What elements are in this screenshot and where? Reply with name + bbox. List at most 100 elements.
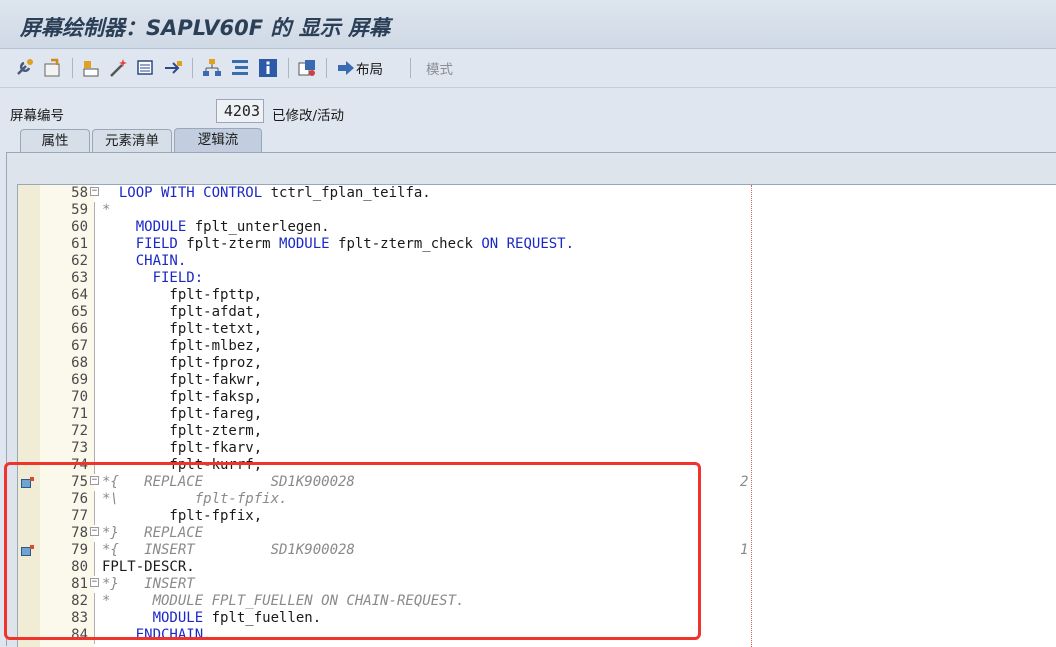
line-number: 59 xyxy=(71,202,88,218)
code-line[interactable]: 83 MODULE fplt_fuellen. xyxy=(18,610,1056,627)
code-text: fplt-kurrf, xyxy=(102,457,262,474)
code-text: fplt-fpttp, xyxy=(102,287,262,304)
code-text: fplt-faksp, xyxy=(102,389,262,406)
change-marker: 1 xyxy=(740,542,749,558)
toolbar-separator xyxy=(410,58,411,78)
keyword-token: MODULE xyxy=(102,219,187,235)
code-line[interactable]: 63 FIELD: xyxy=(18,270,1056,287)
code-token: fplt_fuellen. xyxy=(203,610,322,626)
code-line[interactable]: 61 FIELD fplt-zterm MODULE fplt-zterm_ch… xyxy=(18,236,1056,253)
code-line[interactable]: 81− *} INSERT xyxy=(18,576,1056,593)
toolbar: 布局 模式 xyxy=(0,49,1056,88)
code-text: fplt-fproz, xyxy=(102,355,262,372)
code-line[interactable]: 71 fplt-fareg, xyxy=(18,406,1056,423)
code-text: fplt-afdat, xyxy=(102,304,262,321)
code-line[interactable]: 76 *\ fplt-fpfix. xyxy=(18,491,1056,508)
screen-number-field[interactable]: 4203 xyxy=(216,99,264,123)
line-number: 63 xyxy=(71,270,88,286)
code-text: LOOP WITH CONTROL tctrl_fplan_teilfa. xyxy=(102,185,431,202)
toolbar-separator xyxy=(326,58,327,78)
display-object-icon[interactable] xyxy=(135,57,157,79)
line-number: 82 xyxy=(71,593,88,609)
collapse-icon[interactable]: − xyxy=(90,527,99,536)
collapse-icon[interactable]: − xyxy=(90,187,99,196)
code-line[interactable]: 82 * MODULE FPLT_FUELLEN ON CHAIN-REQUEST… xyxy=(18,593,1056,610)
code-text: CHAIN. xyxy=(102,253,187,270)
fold-guide xyxy=(94,559,95,576)
arrow-right-icon xyxy=(338,61,354,75)
code-line[interactable]: 72 fplt-zterm, xyxy=(18,423,1056,440)
code-line[interactable]: 59 * xyxy=(18,202,1056,219)
code-token: fplt-fpfix, xyxy=(102,508,263,524)
code-line[interactable]: 67 fplt-mlbez, xyxy=(18,338,1056,355)
other-object-icon[interactable] xyxy=(296,57,318,79)
comment-token: * xyxy=(102,202,111,218)
code-line[interactable]: 58− LOOP WITH CONTROL tctrl_fplan_teilfa… xyxy=(18,185,1056,202)
tab-strip: 属性 元素清单 逻辑流 xyxy=(0,128,1056,152)
code-text: *} REPLACE xyxy=(102,525,203,542)
hierarchy-icon[interactable] xyxy=(201,57,223,79)
comment-token: * MODULE FPLT_FUELLEN ON CHAIN-REQUEST. xyxy=(102,593,465,609)
code-line[interactable]: 84 ENDCHAIN. xyxy=(18,627,1056,644)
wrench-icon[interactable] xyxy=(14,57,36,79)
layout-button[interactable]: 布局 xyxy=(336,57,383,79)
line-number: 65 xyxy=(71,304,88,320)
fold-guide xyxy=(94,304,95,321)
tab-attributes[interactable]: 属性 xyxy=(20,129,90,152)
code-text: fplt-mlbez, xyxy=(102,338,262,355)
line-number: 72 xyxy=(71,423,88,439)
tab-element-list[interactable]: 元素清单 xyxy=(92,129,172,152)
code-line[interactable]: 65 fplt-afdat, xyxy=(18,304,1056,321)
magic-wand-icon[interactable] xyxy=(107,57,129,79)
tab-flow-logic[interactable]: 逻辑流 xyxy=(174,128,262,152)
code-line[interactable]: 77 fplt-fpfix, xyxy=(18,508,1056,525)
mode-button-label: 模式 xyxy=(426,62,453,78)
code-editor[interactable]: 58− LOOP WITH CONTROL tctrl_fplan_teilfa… xyxy=(17,184,1056,647)
line-number: 78 xyxy=(71,525,88,541)
code-line[interactable]: 68 fplt-fproz, xyxy=(18,355,1056,372)
code-token: fplt-fareg, xyxy=(102,406,263,422)
move-icon[interactable] xyxy=(162,57,184,79)
code-text: fplt-fakwr, xyxy=(102,372,262,389)
code-token: fplt-kurrf, xyxy=(102,457,263,473)
code-line[interactable]: 73 fplt-fkarv, xyxy=(18,440,1056,457)
line-number: 61 xyxy=(71,236,88,252)
bookmark-icon[interactable] xyxy=(21,477,34,488)
code-line[interactable]: 79 *{ INSERT SD1K900028 1 xyxy=(18,542,1056,559)
code-line[interactable]: 66 fplt-tetxt, xyxy=(18,321,1056,338)
line-number: 81 xyxy=(71,576,88,592)
line-number: 75 xyxy=(71,474,88,490)
code-line[interactable]: 70 fplt-faksp, xyxy=(18,389,1056,406)
line-number: 73 xyxy=(71,440,88,456)
fold-guide xyxy=(94,372,95,389)
fold-guide xyxy=(94,389,95,406)
line-number: 83 xyxy=(71,610,88,626)
code-text: *{ REPLACE SD1K900028 xyxy=(102,474,355,491)
code-line[interactable]: 64 fplt-fpttp, xyxy=(18,287,1056,304)
bookmark-icon[interactable] xyxy=(21,545,34,556)
code-line[interactable]: 78− *} REPLACE xyxy=(18,525,1056,542)
collapse-icon[interactable]: − xyxy=(90,476,99,485)
fold-guide xyxy=(94,542,95,559)
keyword-token: LOOP WITH CONTROL xyxy=(102,185,263,201)
mode-button[interactable]: 模式 xyxy=(426,57,453,79)
comment-token: *{ INSERT SD1K900028 xyxy=(102,542,355,558)
code-line[interactable]: 75− *{ REPLACE SD1K900028 2 xyxy=(18,474,1056,491)
fold-guide xyxy=(94,287,95,304)
code-text: fplt-fpfix, xyxy=(102,508,262,525)
code-text: fplt-tetxt, xyxy=(102,321,262,338)
code-line[interactable]: 69 fplt-fakwr, xyxy=(18,372,1056,389)
keyword-token: MODULE xyxy=(102,610,204,626)
line-number: 77 xyxy=(71,508,88,524)
code-line[interactable]: 60 MODULE fplt_unterlegen. xyxy=(18,219,1056,236)
code-line[interactable]: 62 CHAIN. xyxy=(18,253,1056,270)
object-list-icon[interactable] xyxy=(80,57,102,79)
collapse-icon[interactable]: − xyxy=(90,578,99,587)
info-icon[interactable] xyxy=(257,57,279,79)
code-line[interactable]: 74 fplt-kurrf, xyxy=(18,457,1056,474)
toolbar-separator xyxy=(192,58,193,78)
structure-icon[interactable] xyxy=(229,57,251,79)
line-number: 80 xyxy=(71,559,88,575)
code-line[interactable]: 80 FPLT-DESCR. xyxy=(18,559,1056,576)
switch-icon[interactable] xyxy=(42,57,64,79)
